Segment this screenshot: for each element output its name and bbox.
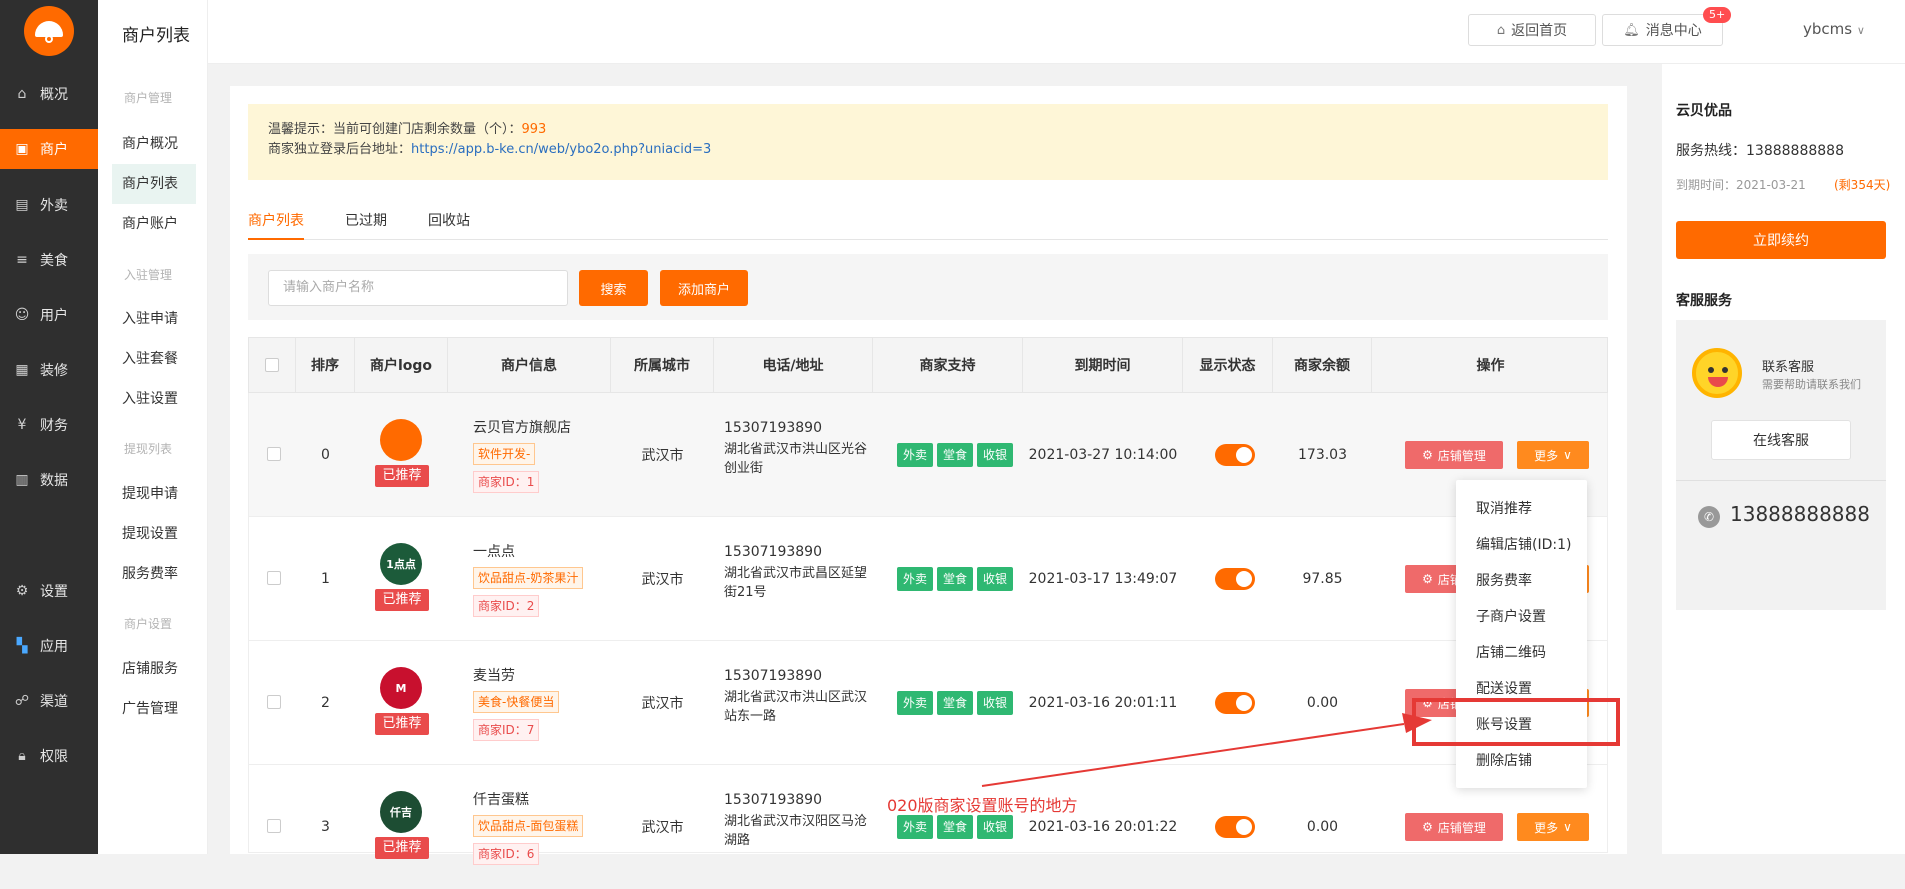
support-phone: 13888888888	[1730, 502, 1870, 526]
contact-support-label: 联系客服	[1762, 360, 1815, 375]
annotation-text: 020版商家设置账号的地方	[887, 796, 1078, 815]
annotation-arrow	[981, 713, 1432, 787]
renew-button[interactable]: 立即续约	[1676, 221, 1886, 259]
product-title: 云贝优品	[1676, 103, 1732, 119]
expire-date: 到期时间：2021-03-21	[1676, 178, 1806, 192]
right-panel: 云贝优品 服务热线：13888888888 到期时间：2021-03-21 (剩…	[1662, 64, 1905, 854]
support-avatar-icon	[1692, 348, 1742, 398]
contact-support-sub: 需要帮助请联系我们	[1762, 378, 1861, 391]
days-remaining: (剩354天)	[1834, 178, 1891, 192]
divider	[1676, 480, 1886, 481]
online-support-button[interactable]: 在线客服	[1711, 420, 1851, 460]
phone-icon: ✆	[1698, 506, 1720, 528]
service-hotline: 服务热线：13888888888	[1676, 143, 1844, 159]
customer-service-box: 联系客服 需要帮助请联系我们 在线客服 ✆ 13888888888	[1676, 320, 1886, 610]
customer-service-title: 客服服务	[1676, 293, 1732, 309]
